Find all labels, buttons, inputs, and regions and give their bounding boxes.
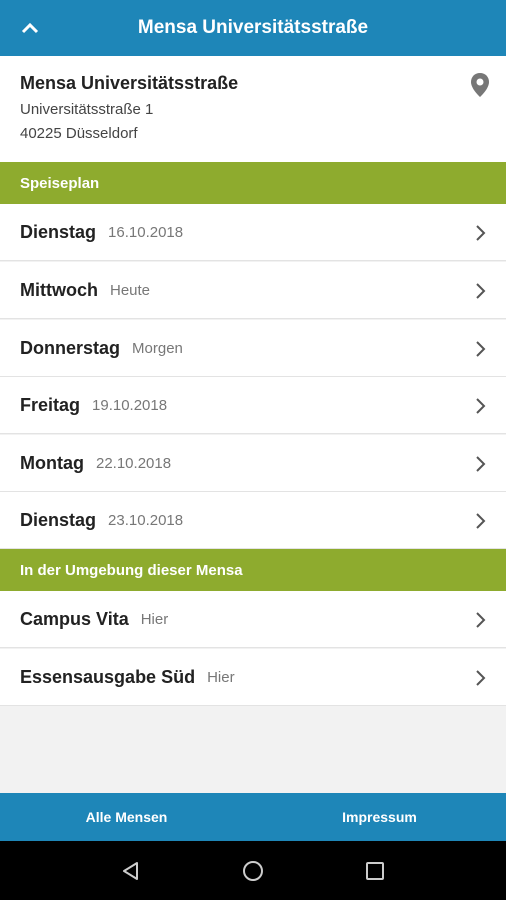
- day-label: Freitag: [20, 394, 81, 415]
- home-nav-button[interactable]: [233, 851, 273, 891]
- back-triangle-icon: [123, 861, 138, 880]
- day-label: Donnerstag: [20, 337, 121, 358]
- day-label: Montag: [20, 452, 84, 473]
- mensa-label: Campus Vita: [20, 608, 129, 629]
- mensa-name: Mensa Universitätsstraße: [20, 73, 239, 93]
- chevron-right-icon: [476, 513, 486, 529]
- recents-square-icon: [366, 861, 384, 880]
- chevron-up-icon: [21, 22, 39, 34]
- section-header-nearby: In der Umgebung dieser Mensa: [0, 549, 506, 591]
- chevron-right-icon: [476, 283, 486, 299]
- day-date: 16.10.2018: [108, 223, 184, 241]
- list-item-day[interactable]: Freitag 19.10.2018: [0, 377, 506, 434]
- recents-nav-button[interactable]: [355, 851, 395, 891]
- map-pin-icon[interactable]: [470, 72, 490, 98]
- list-item-day[interactable]: Dienstag 16.10.2018: [0, 204, 506, 261]
- list-item-day[interactable]: Montag 22.10.2018: [0, 435, 506, 492]
- mensa-city: 40225 Düsseldorf: [20, 125, 138, 142]
- chevron-right-icon: [476, 456, 486, 472]
- back-nav-button[interactable]: [111, 851, 151, 891]
- day-label: Dienstag: [20, 509, 97, 530]
- day-label: Mittwoch: [20, 279, 98, 300]
- chevron-right-icon: [476, 225, 486, 241]
- system-nav-bar: [0, 841, 506, 900]
- mensa-distance: Hier: [140, 610, 169, 628]
- chevron-right-icon: [476, 670, 486, 686]
- list-item-day[interactable]: Mittwoch Heute: [0, 262, 506, 319]
- bottom-bar: Alle Mensen Impressum: [0, 793, 506, 841]
- app-bar: Mensa Universitätsstraße: [0, 0, 506, 56]
- list-item-day[interactable]: Dienstag 23.10.2018: [0, 492, 506, 549]
- day-date: Heute: [110, 281, 151, 299]
- day-date: Morgen: [132, 339, 183, 357]
- collapse-button[interactable]: [10, 8, 50, 48]
- chevron-right-icon: [476, 612, 486, 628]
- chevron-right-icon: [476, 341, 486, 357]
- app-bar-title: Mensa Universitätsstraße: [137, 17, 369, 38]
- day-label: Dienstag: [20, 221, 97, 242]
- imprint-button[interactable]: Impressum: [253, 793, 506, 841]
- day-date: 23.10.2018: [108, 511, 184, 529]
- home-circle-icon: [243, 860, 263, 881]
- list-item-day[interactable]: Donnerstag Morgen: [0, 320, 506, 377]
- all-mensas-button[interactable]: Alle Mensen: [0, 793, 253, 841]
- day-date: 19.10.2018: [92, 396, 168, 414]
- section-header-menu: Speiseplan: [0, 162, 506, 204]
- mensa-distance: Hier: [207, 668, 235, 686]
- mensa-label: Essensausgabe Süd: [20, 666, 196, 687]
- day-date: 22.10.2018: [95, 454, 172, 472]
- mensa-header: Mensa Universitätsstraße Universitätsstr…: [0, 56, 506, 162]
- mensa-street: Universitätsstraße 1: [20, 101, 154, 118]
- list-item-nearby-mensa[interactable]: Essensausgabe Süd Hier: [0, 649, 506, 706]
- list-item-nearby-mensa[interactable]: Campus Vita Hier: [0, 591, 506, 648]
- chevron-right-icon: [476, 398, 486, 414]
